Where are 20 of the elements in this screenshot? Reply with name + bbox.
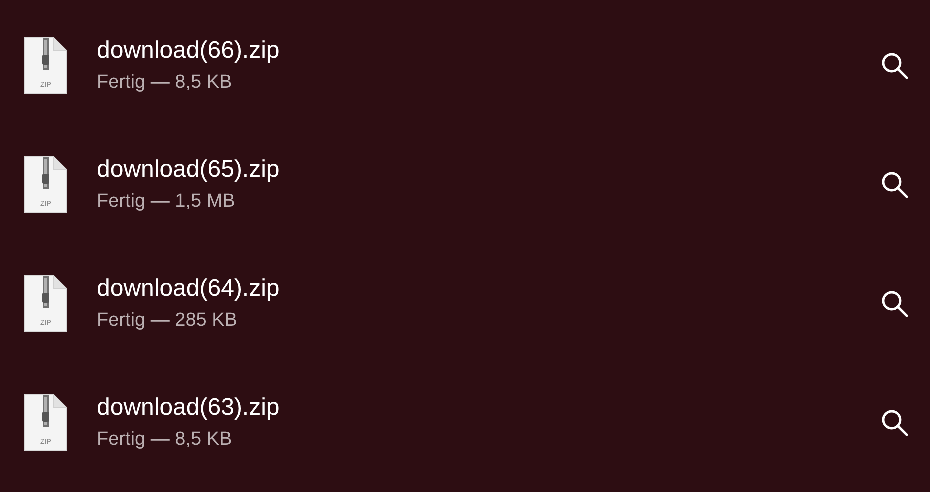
zip-file-icon [24,274,68,332]
download-status: Fertig — 1,5 MB [97,190,236,214]
search-button[interactable] [880,50,910,80]
search-icon [881,52,909,80]
search-icon [881,170,909,198]
download-status: Fertig — 8,5 KB [97,72,234,94]
search-button[interactable] [880,288,910,318]
search-icon [881,408,909,436]
file-name: download(64).zip [97,274,281,304]
search-icon [881,290,909,318]
file-name: download(65).zip [97,156,281,184]
search-button[interactable] [880,170,910,200]
download-status: Fertig — 285 KB [97,310,238,332]
zip-file-icon [24,156,68,214]
search-button[interactable] [880,408,910,438]
file-name: download(63).zip [97,394,281,422]
zip-file-icon [24,36,68,94]
download-status: Fertig — 8,5 KB [97,428,234,452]
zip-file-icon [24,394,68,452]
file-name: download(66).zip [97,36,281,66]
